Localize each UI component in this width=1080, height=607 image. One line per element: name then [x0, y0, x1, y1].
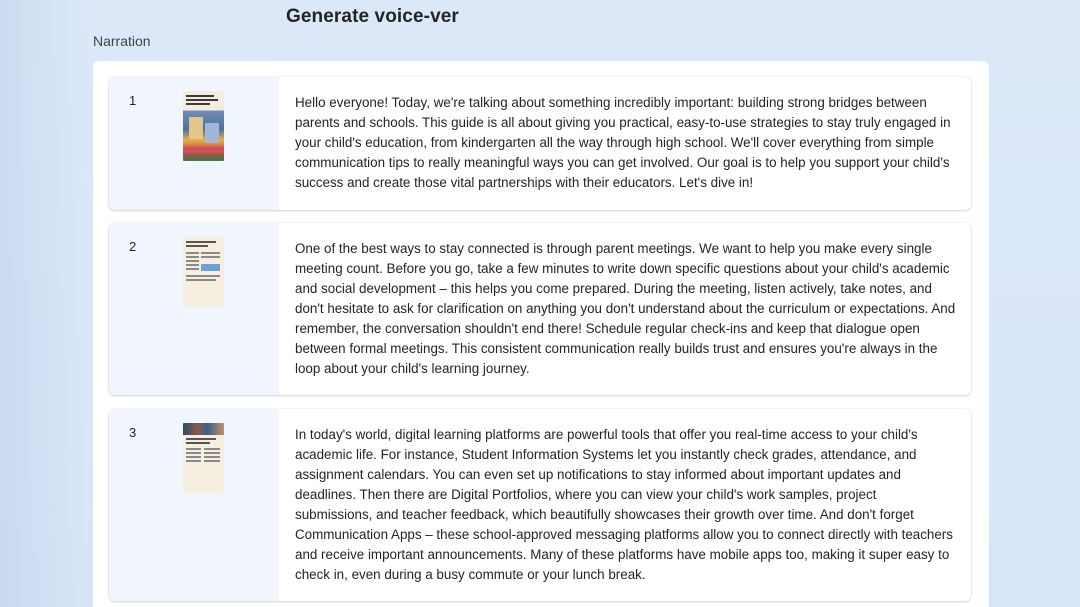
narration-text[interactable]: In today's world, digital learning platf…: [279, 409, 971, 601]
narration-card-1[interactable]: 1 Hello everyone! Today, we're talking a…: [109, 77, 971, 210]
background-decoration: [0, 0, 90, 607]
slide-thumbnail[interactable]: [183, 237, 224, 307]
slide-number: 2: [129, 239, 137, 254]
slide-column: 2: [109, 223, 279, 395]
slide-column: 3: [109, 409, 279, 601]
narration-card-3[interactable]: 3 In today's world, digital learning pla…: [109, 409, 971, 601]
narration-card-2[interactable]: 2 One of the best ways to stay connected…: [109, 223, 971, 395]
slide-column: 1: [109, 77, 279, 210]
narration-text[interactable]: Hello everyone! Today, we're talking abo…: [279, 77, 971, 210]
narration-text[interactable]: One of the best ways to stay connected i…: [279, 223, 971, 395]
slide-thumbnail[interactable]: [183, 91, 224, 161]
narration-panel: 1 Hello everyone! Today, we're talking a…: [93, 61, 989, 607]
slide-number: 1: [129, 93, 137, 108]
slide-number: 3: [129, 425, 137, 440]
page-title: Generate voice-ver: [286, 6, 459, 27]
narration-label: Narration: [93, 33, 151, 49]
slide-thumbnail[interactable]: [183, 423, 224, 493]
